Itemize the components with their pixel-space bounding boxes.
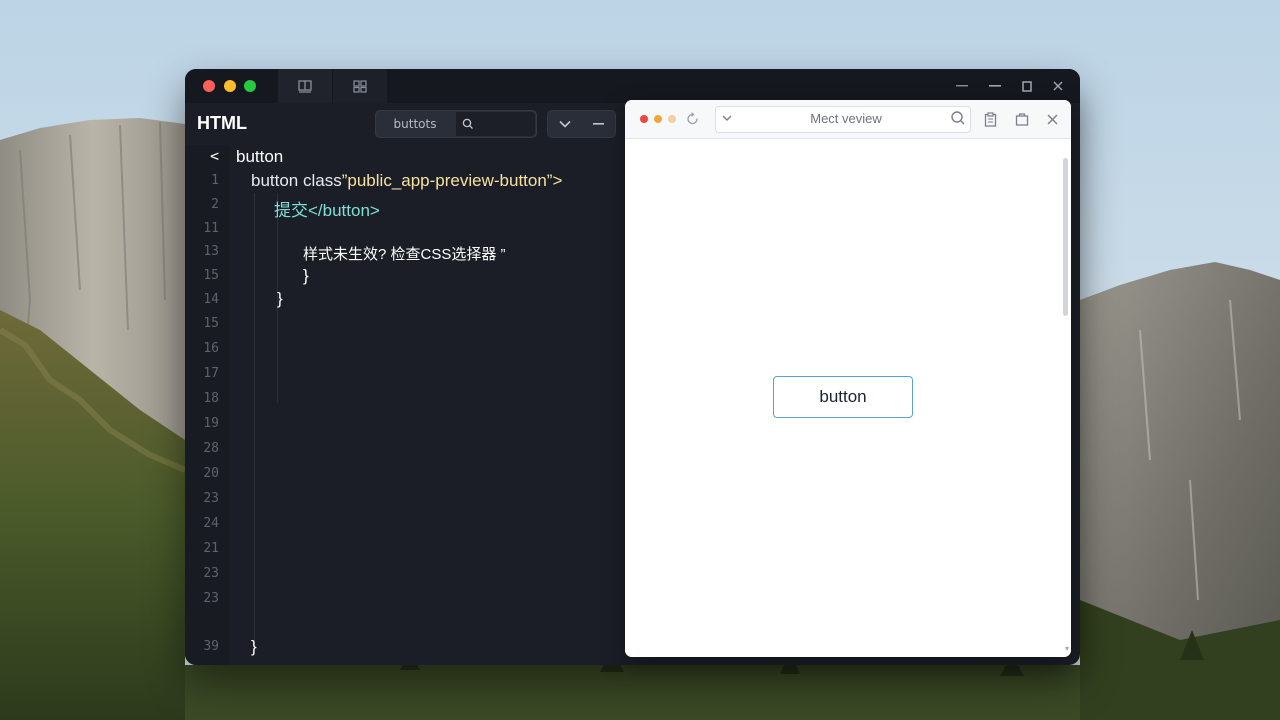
address-text[interactable]: Mect veview [746, 111, 946, 126]
chevron-down-icon [558, 120, 571, 128]
search-box[interactable] [456, 112, 535, 136]
line-number: 1 [211, 173, 219, 188]
line-number: 15 [203, 316, 219, 331]
search-term-chip[interactable]: buttots [376, 111, 454, 137]
chevron-down-icon[interactable] [721, 110, 733, 130]
line-number: 15 [203, 268, 219, 283]
desktop: HTML buttots < 1 2 11 13 15 14 15 16 17 … [0, 0, 1280, 720]
minus-icon [593, 123, 604, 125]
preview-zoom-button[interactable] [668, 115, 676, 123]
code-brace: } [277, 289, 283, 308]
share-button[interactable] [1012, 109, 1032, 129]
grid-icon [353, 79, 367, 93]
preview-toolbar: Mect veview [625, 100, 1071, 139]
code-brace: } [251, 637, 257, 656]
code-token-text: 提交 [274, 201, 308, 220]
maximize-icon[interactable] [1015, 74, 1039, 98]
close-preview-button[interactable] [1042, 109, 1062, 129]
preview-scrollbar[interactable] [1063, 158, 1068, 316]
zoom-window-button[interactable] [244, 80, 256, 92]
clipboard-icon [984, 111, 996, 127]
code-editor[interactable]: button button class”public_app-preview-b… [229, 145, 625, 665]
expand-button[interactable] [548, 111, 581, 137]
minus-icon [989, 85, 1001, 87]
indent-guide [254, 193, 255, 649]
minimize-window-button[interactable] [224, 80, 236, 92]
line-number: 19 [203, 416, 219, 431]
line-number: 14 [203, 292, 219, 307]
preview-minimize-button[interactable] [654, 115, 662, 123]
code-token-keyword: button class [251, 171, 342, 190]
reload-icon [687, 112, 698, 125]
fold-toggle[interactable]: < [185, 147, 219, 165]
search-icon [462, 118, 473, 129]
bag-icon [1015, 113, 1029, 126]
line-number: 20 [203, 466, 219, 481]
line-number: 21 [203, 541, 219, 556]
minus-icon [956, 85, 968, 87]
preview-button[interactable]: button [773, 376, 913, 418]
line-number: 17 [203, 366, 219, 381]
line-number: 23 [203, 566, 219, 581]
code-brace: } [303, 266, 309, 285]
clipboard-button[interactable] [980, 109, 1000, 129]
editor-titlebar [185, 69, 1080, 103]
tab-grid[interactable] [333, 69, 387, 103]
collapse-icon[interactable] [983, 74, 1007, 98]
file-title: HTML [197, 113, 247, 133]
code-token-punct: > [552, 171, 563, 190]
square-icon [1022, 80, 1032, 92]
close-window-button[interactable] [203, 80, 215, 92]
close-icon[interactable] [1046, 74, 1070, 98]
line-number: 23 [203, 591, 219, 606]
line-number: 11 [203, 221, 219, 236]
code-token-string: ”public_app-preview-button” [341, 171, 553, 190]
code-comment: 样式未生效? 检查CSS选择器 ” [303, 246, 506, 263]
preview-close-button[interactable] [640, 115, 648, 123]
line-number: 28 [203, 441, 219, 456]
code-line-2: 提交</button> [274, 196, 380, 221]
line-number: 24 [203, 516, 219, 531]
preview-window: Mect veview ▾ button [625, 100, 1071, 657]
line-number: 18 [203, 391, 219, 406]
code-line-1: button class”public_app-preview-button”> [251, 171, 562, 191]
toolbar-actions [547, 110, 616, 138]
line-number: 16 [203, 341, 219, 356]
search-input[interactable] [474, 117, 528, 131]
code-token-tag: </button> [308, 201, 380, 220]
layout-icon [298, 79, 312, 93]
minimize-icon[interactable] [950, 74, 974, 98]
scroll-down-icon[interactable]: ▾ [1065, 644, 1069, 653]
find-bar: buttots [375, 110, 537, 138]
line-number: 39 [203, 639, 219, 654]
close-icon [1047, 114, 1057, 124]
line-number: 2 [211, 197, 219, 212]
x-icon [1053, 81, 1063, 91]
collapse-button[interactable] [582, 111, 615, 137]
search-icon[interactable] [950, 110, 966, 130]
line-number: 23 [203, 491, 219, 506]
line-number-gutter: < 1 2 11 13 15 14 15 16 17 18 19 28 20 2… [185, 145, 229, 665]
reload-button[interactable] [683, 109, 703, 129]
code-line-0: button [236, 147, 284, 166]
line-number: 13 [203, 244, 219, 259]
tab-layout[interactable] [278, 69, 332, 103]
address-bar[interactable]: Mect veview [715, 106, 971, 133]
